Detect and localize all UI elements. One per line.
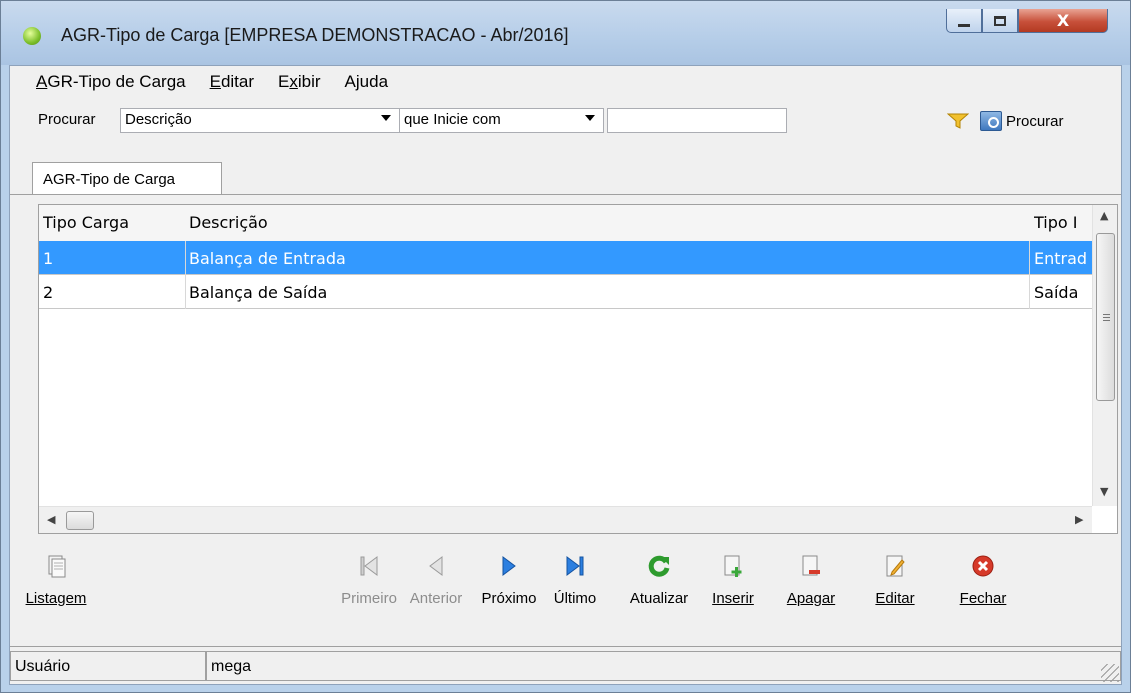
scroll-right-icon[interactable]: ▶ [1075, 513, 1083, 526]
search-field-select[interactable]: Descrição [120, 108, 400, 133]
cell-tipo-mov: Entrad [1034, 249, 1088, 268]
menu-accel: A [36, 72, 48, 91]
client-area: AGR-Tipo de Carga Editar Exibir Ajuda Pr… [9, 65, 1122, 685]
chevron-down-icon [381, 115, 391, 121]
menu-text: ditar [220, 72, 255, 91]
last-record-icon [566, 556, 584, 576]
maximize-button[interactable] [982, 9, 1018, 33]
menu-editar[interactable]: Editar [210, 72, 254, 92]
menu-exibir[interactable]: Exibir [278, 72, 321, 92]
column-header-tipo-carga[interactable]: Tipo Carga [43, 213, 183, 232]
atualizar-label: Atualizar [629, 590, 689, 607]
maximize-icon [994, 15, 1006, 26]
cell-descricao: Balança de Entrada [189, 249, 346, 268]
menu-bar: AGR-Tipo de Carga Editar Exibir Ajuda [10, 66, 1121, 98]
insert-icon [724, 555, 742, 577]
report-icon [48, 555, 66, 578]
minimize-icon [958, 24, 970, 27]
search-icon [980, 111, 1002, 131]
menu-text: A [344, 72, 356, 91]
data-grid: Tipo Carga Descrição Tipo I 1 Balança de… [38, 204, 1118, 534]
table-row[interactable]: 2 Balança de Saída Saída [39, 275, 1092, 309]
menu-text: ibir [297, 72, 321, 91]
ultimo-label: Último [553, 590, 597, 607]
next-record-icon [502, 556, 516, 576]
horizontal-scrollbar[interactable]: ◀ ▶ [39, 506, 1092, 533]
search-field-value: Descrição [125, 111, 192, 128]
ultimo-button[interactable]: Último [540, 554, 610, 607]
delete-icon [802, 555, 820, 576]
search-condition-value: que Inicie com [404, 111, 501, 128]
atualizar-button[interactable]: Atualizar [620, 554, 698, 607]
fechar-label: Fechar [959, 590, 1007, 607]
fechar-button[interactable]: Fechar [948, 554, 1018, 607]
scroll-down-icon[interactable]: ▼ [1100, 485, 1108, 498]
search-label: Procurar [38, 111, 96, 128]
close-window-button[interactable]: X [1018, 9, 1108, 33]
tab-page: Tipo Carga Descrição Tipo I 1 Balança de… [10, 194, 1121, 534]
window-title: AGR-Tipo de Carga [EMPRESA DEMONSTRACAO … [61, 25, 569, 45]
apagar-button[interactable]: Apagar [776, 554, 846, 607]
status-user-value: mega [206, 651, 1121, 681]
cell-tipo-carga: 2 [43, 283, 54, 302]
inserir-label: Inserir [712, 590, 754, 607]
editar-button[interactable]: Editar [860, 554, 930, 607]
listagem-label: Listagem [25, 590, 87, 607]
table-row[interactable]: 1 Balança de Entrada Entrad [39, 241, 1092, 275]
menu-agr-tipo-de-carga[interactable]: AGR-Tipo de Carga [36, 72, 186, 92]
search-input[interactable] [607, 108, 787, 133]
cell-tipo-carga: 1 [43, 249, 54, 268]
search-button[interactable]: Procurar [980, 107, 1064, 135]
column-divider [185, 241, 186, 309]
listagem-button[interactable]: Listagem [16, 554, 96, 607]
close-icon: X [1056, 11, 1070, 30]
status-bar: Usuário mega [10, 646, 1121, 684]
menu-text: GR-Tipo de Carga [47, 72, 186, 91]
menu-accel: x [289, 72, 298, 91]
column-header-descricao[interactable]: Descrição [189, 213, 1019, 232]
first-record-icon [360, 556, 378, 576]
app-icon[interactable] [23, 27, 41, 45]
previous-record-icon [429, 556, 443, 576]
search-button-label: Procurar [1006, 112, 1064, 130]
horizontal-scroll-thumb[interactable] [66, 511, 94, 530]
column-header-tipo-mov[interactable]: Tipo I [1034, 213, 1092, 232]
vertical-scroll-thumb[interactable] [1096, 233, 1115, 401]
refresh-icon [648, 555, 670, 577]
action-toolbar: Listagem Primeiro Anterior Próximo Últim… [10, 536, 1121, 644]
app-window: AGR-Tipo de Carga [EMPRESA DEMONSTRACAO … [0, 0, 1131, 693]
proximo-button[interactable]: Próximo [474, 554, 544, 607]
close-icon [972, 555, 994, 577]
filter-icon[interactable] [947, 113, 969, 129]
column-divider [1029, 241, 1030, 309]
menu-ajuda[interactable]: Ajuda [345, 72, 389, 92]
vertical-scrollbar[interactable]: ▲ ▼ [1092, 205, 1117, 506]
resize-grip-icon[interactable] [1101, 664, 1119, 682]
cell-tipo-mov: Saída [1034, 283, 1079, 302]
search-bar: Procurar Descrição que Inicie com Procur… [10, 99, 1121, 143]
inserir-button[interactable]: Inserir [698, 554, 768, 607]
anterior-button[interactable]: Anterior [401, 554, 471, 607]
status-user-label: Usuário [10, 651, 206, 681]
minimize-button[interactable] [946, 9, 982, 33]
grip-icon [1103, 314, 1110, 315]
scroll-left-icon[interactable]: ◀ [47, 513, 55, 526]
anterior-label: Anterior [409, 590, 463, 607]
apagar-label: Apagar [786, 590, 836, 607]
primeiro-label: Primeiro [341, 590, 397, 607]
tab-agr-tipo-de-carga[interactable]: AGR-Tipo de Carga [32, 162, 222, 195]
chevron-down-icon [585, 115, 595, 121]
menu-text: uda [359, 72, 389, 91]
search-condition-select[interactable]: que Inicie com [399, 108, 604, 133]
menu-text: E [278, 72, 290, 91]
editar-label: Editar [875, 590, 915, 607]
proximo-label: Próximo [481, 590, 537, 607]
menu-accel: E [209, 72, 221, 91]
primeiro-button[interactable]: Primeiro [334, 554, 404, 607]
grid-header: Tipo Carga Descrição Tipo I [39, 205, 1092, 241]
title-bar[interactable]: AGR-Tipo de Carga [EMPRESA DEMONSTRACAO … [1, 1, 1130, 65]
scroll-up-icon[interactable]: ▲ [1100, 209, 1108, 222]
cell-descricao: Balança de Saída [189, 283, 328, 302]
edit-icon [886, 555, 905, 577]
